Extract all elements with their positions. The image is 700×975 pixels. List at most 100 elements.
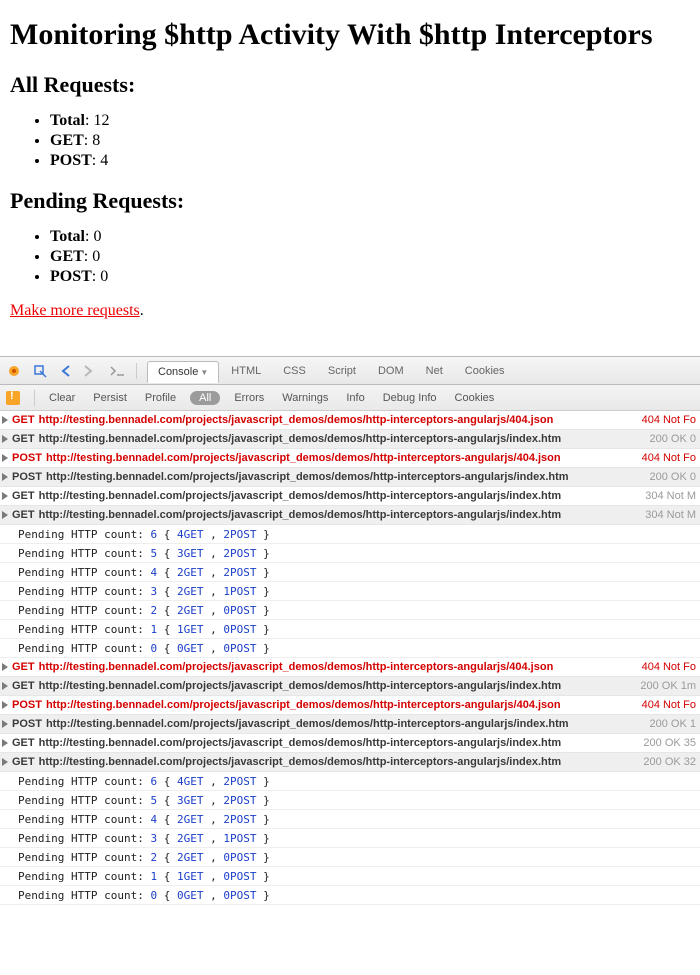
clear-button[interactable]: Clear [49,392,75,404]
disclosure-triangle-icon[interactable] [2,758,8,766]
sub-tabs: Errors Warnings Info Debug Info Cookies [234,392,494,404]
network-entry[interactable]: GEThttp://testing.bennadel.com/projects/… [0,677,700,696]
persist-button[interactable]: Persist [93,392,127,404]
request-url: http://testing.bennadel.com/projects/jav… [39,490,562,502]
console-log-entry[interactable]: Pending HTTP count: 2 { 2 GET , 0 POST } [0,601,700,620]
pending-post: POST: 0 [50,268,690,286]
devtools-sub-toolbar: Clear Persist Profile All Errors Warnings In… [0,385,700,411]
get-label: GET [50,132,84,149]
network-entry[interactable]: GEThttp://testing.bennadel.com/projects/… [0,734,700,753]
request-url: http://testing.bennadel.com/projects/jav… [39,737,562,749]
disclosure-triangle-icon[interactable] [2,739,8,747]
total-label: Total [50,112,85,129]
filter-info[interactable]: Info [346,392,364,404]
inspect-icon[interactable] [32,363,48,379]
disclosure-triangle-icon[interactable] [2,701,8,709]
disclosure-triangle-icon[interactable] [2,473,8,481]
tab-css[interactable]: CSS [273,361,316,381]
request-status: 404 Not Fo [632,414,696,426]
forward-icon[interactable] [80,363,96,379]
console-log-entry[interactable]: Pending HTTP count: 6 { 4 GET , 2 POST } [0,525,700,544]
request-status: 200 OK 32 [633,756,696,768]
request-status: 304 Not M [635,490,696,502]
pending-post-value: 0 [100,268,108,285]
filter-warnings[interactable]: Warnings [282,392,328,404]
tab-net[interactable]: Net [416,361,453,381]
network-entry[interactable]: GEThttp://testing.bennadel.com/projects/… [0,658,700,677]
request-url: http://testing.bennadel.com/projects/jav… [39,756,562,768]
disclosure-triangle-icon[interactable] [2,492,8,500]
disclosure-triangle-icon[interactable] [2,454,8,462]
network-entry[interactable]: GEThttp://testing.bennadel.com/projects/… [0,411,700,430]
network-entry[interactable]: GEThttp://testing.bennadel.com/projects/… [0,506,700,525]
request-status: 200 OK 1 [640,718,696,730]
separator [34,390,35,406]
devtools-top-tabs: Console▼HTMLCSSScriptDOMNetCookies [147,360,515,382]
filter-all-pill[interactable]: All [190,391,220,405]
all-get: GET: 8 [50,132,690,150]
disclosure-triangle-icon[interactable] [2,663,8,671]
console-log-entry[interactable]: Pending HTTP count: 2 { 2 GET , 0 POST } [0,848,700,867]
network-entry[interactable]: GEThttp://testing.bennadel.com/projects/… [0,430,700,449]
caret-down-icon: ▼ [200,368,208,377]
pending-requests-list: Total: 0 GET: 0 POST: 0 [10,228,690,286]
request-url: http://testing.bennadel.com/projects/jav… [39,414,554,426]
post-label: POST [50,152,92,169]
make-requests-link[interactable]: Make more requests [10,302,140,319]
disclosure-triangle-icon[interactable] [2,435,8,443]
console-log-entry[interactable]: Pending HTTP count: 0 { 0 GET , 0 POST } [0,639,700,658]
request-url: http://testing.bennadel.com/projects/jav… [46,471,569,483]
disclosure-triangle-icon[interactable] [2,511,8,519]
back-icon[interactable] [58,363,74,379]
filter-debug-info[interactable]: Debug Info [383,392,437,404]
console-log-entry[interactable]: Pending HTTP count: 3 { 2 GET , 1 POST } [0,829,700,848]
console-log-entry[interactable]: Pending HTTP count: 1 { 1 GET , 0 POST } [0,867,700,886]
get-label: GET [50,248,84,265]
total-label: Total [50,228,85,245]
filter-cookies[interactable]: Cookies [455,392,495,404]
request-status: 200 OK 1m [630,680,696,692]
console-log-entry[interactable]: Pending HTTP count: 1 { 1 GET , 0 POST } [0,620,700,639]
disclosure-triangle-icon[interactable] [2,720,8,728]
disclosure-triangle-icon[interactable] [2,416,8,424]
console-log-entry[interactable]: Pending HTTP count: 6 { 4 GET , 2 POST } [0,772,700,791]
network-entry[interactable]: GEThttp://testing.bennadel.com/projects/… [0,753,700,772]
console-log-entry[interactable]: Pending HTTP count: 5 { 3 GET , 2 POST } [0,791,700,810]
disclosure-triangle-icon[interactable] [2,682,8,690]
request-method: POST [12,699,42,711]
devtools-top-toolbar: Console▼HTMLCSSScriptDOMNetCookies [0,357,700,385]
tab-cookies[interactable]: Cookies [455,361,515,381]
tab-console[interactable]: Console▼ [147,361,219,383]
console-log-entry[interactable]: Pending HTTP count: 4 { 2 GET , 2 POST } [0,810,700,829]
tab-dom[interactable]: DOM [368,361,414,381]
console-log-entry[interactable]: Pending HTTP count: 0 { 0 GET , 0 POST } [0,886,700,905]
network-entry[interactable]: POSThttp://testing.bennadel.com/projects… [0,468,700,487]
tab-script[interactable]: Script [318,361,366,381]
sub-buttons: Clear Persist Profile [49,392,176,404]
request-status: 404 Not Fo [632,661,696,673]
profile-button[interactable]: Profile [145,392,176,404]
request-method: POST [12,718,42,730]
all-requests-header: All Requests: [10,72,690,98]
action-line: Make more requests. [10,302,690,320]
network-entry[interactable]: POSThttp://testing.bennadel.com/projects… [0,715,700,734]
request-status: 200 OK 0 [640,433,696,445]
network-entry[interactable]: GEThttp://testing.bennadel.com/projects/… [0,487,700,506]
filter-errors[interactable]: Errors [234,392,264,404]
tab-html[interactable]: HTML [221,361,271,381]
command-line-icon[interactable] [110,363,126,379]
network-entry[interactable]: POSThttp://testing.bennadel.com/projects… [0,449,700,468]
firebug-icon[interactable] [6,363,22,379]
pending-get: GET: 0 [50,248,690,266]
network-entry[interactable]: POSThttp://testing.bennadel.com/projects… [0,696,700,715]
all-total-value: 12 [93,112,109,129]
console-log-entry[interactable]: Pending HTTP count: 3 { 2 GET , 1 POST } [0,582,700,601]
page-title: Monitoring $http Activity With $http Int… [10,18,690,52]
break-on-errors-icon[interactable] [6,391,20,405]
console-log-entry[interactable]: Pending HTTP count: 4 { 2 GET , 2 POST } [0,563,700,582]
console-log-entry[interactable]: Pending HTTP count: 5 { 3 GET , 2 POST } [0,544,700,563]
request-method: POST [12,452,42,464]
pending-requests-header: Pending Requests: [10,188,690,214]
console-rows[interactable]: GET http://testing.bennadel.com/projects/… [0,411,700,905]
request-method: GET [12,680,35,692]
